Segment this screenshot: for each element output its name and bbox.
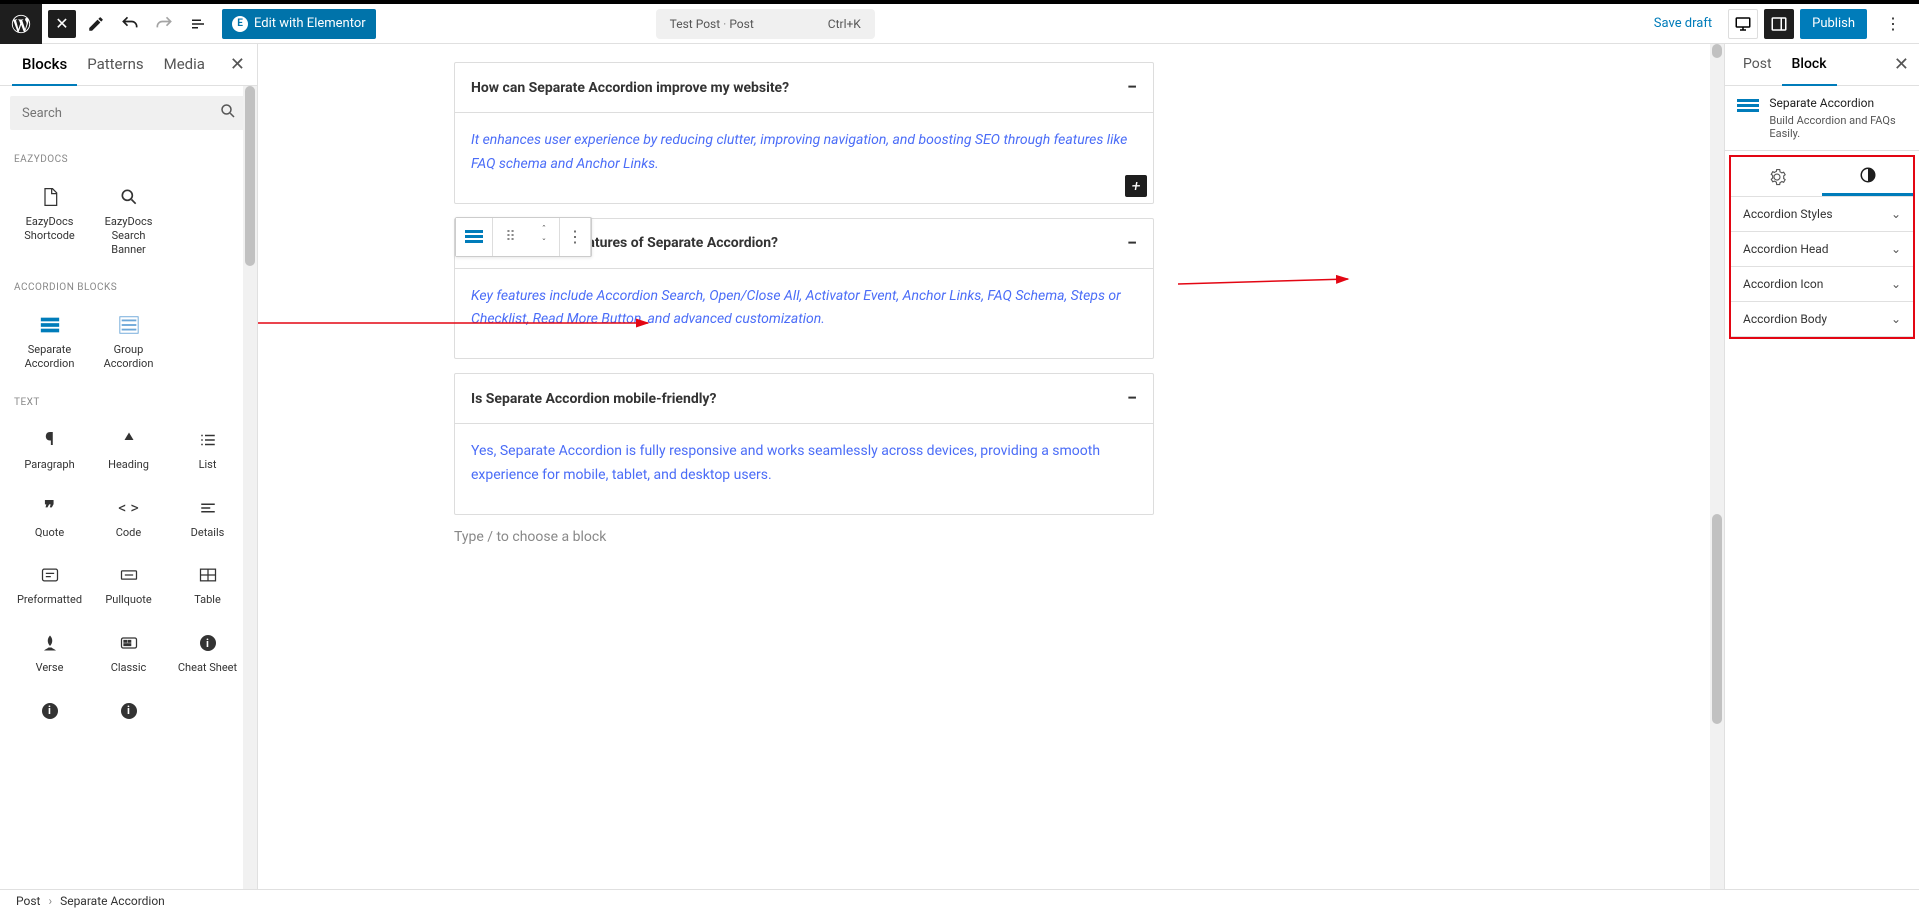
redo-icon[interactable]: [150, 10, 178, 38]
canvas-scrollbar[interactable]: [1710, 44, 1724, 889]
block-extra-2[interactable]: i: [89, 687, 168, 741]
accordion-title[interactable]: How can Separate Accordion improve my we…: [471, 80, 789, 96]
block-paragraph[interactable]: ¶Paragraph: [10, 416, 89, 484]
block-preformatted[interactable]: Preformatted: [10, 551, 89, 619]
more-options-icon[interactable]: ⋮: [560, 218, 590, 256]
block-type-icon[interactable]: [456, 218, 492, 256]
category-eazydocs: EAZYDOCS: [14, 154, 243, 165]
search-input[interactable]: [10, 96, 247, 130]
block-extra-1[interactable]: i: [10, 687, 89, 741]
tab-post[interactable]: Post: [1733, 44, 1782, 86]
add-block-button[interactable]: +: [1125, 175, 1147, 197]
block-description: Separate Accordion Build Accordion and F…: [1725, 86, 1919, 151]
view-desktop-icon[interactable]: [1728, 9, 1758, 39]
block-code[interactable]: < >Code: [89, 484, 168, 552]
block-toolbar: ⠿ˆˇ ⋮: [455, 217, 592, 257]
block-heading[interactable]: Heading: [89, 416, 168, 484]
tab-block[interactable]: Block: [1782, 44, 1837, 86]
chevron-right-icon: ›: [48, 894, 52, 908]
block-verse[interactable]: Verse: [10, 619, 89, 687]
section-accordion-styles[interactable]: Accordion Styles⌄: [1731, 197, 1913, 232]
undo-icon[interactable]: [116, 10, 144, 38]
settings-sidebar-toggle-icon[interactable]: [1764, 9, 1794, 39]
settings-tab-icon[interactable]: [1731, 157, 1822, 196]
block-appender[interactable]: Type / to choose a block: [454, 529, 1154, 545]
elementor-icon: E: [232, 16, 248, 32]
chevron-down-icon: ⌄: [1891, 207, 1901, 221]
accordion-item-3[interactable]: Is Separate Accordion mobile-friendly?− …: [454, 373, 1154, 515]
category-accordion: ACCORDION BLOCKS: [14, 282, 243, 293]
tab-blocks[interactable]: Blocks: [12, 44, 77, 86]
wp-logo-icon[interactable]: [0, 4, 42, 44]
block-details[interactable]: Details: [168, 484, 247, 552]
block-cheat-sheet[interactable]: iCheat Sheet: [168, 619, 247, 687]
options-icon[interactable]: ⋮: [1879, 10, 1907, 38]
accordion-item-1[interactable]: How can Separate Accordion improve my we…: [454, 62, 1154, 204]
document-title-bar[interactable]: Test Post·Post Ctrl+K: [656, 9, 875, 39]
chevron-down-icon: ⌄: [1891, 242, 1901, 256]
settings-sidebar: Post Block ✕ Separate Accordion Build Ac…: [1724, 44, 1919, 889]
close-icon[interactable]: ✕: [1894, 54, 1909, 75]
section-accordion-icon[interactable]: Accordion Icon⌄: [1731, 267, 1913, 302]
block-desc: Build Accordion and FAQs Easily.: [1769, 114, 1907, 140]
block-table[interactable]: Table: [168, 551, 247, 619]
breadcrumb-item[interactable]: Separate Accordion: [60, 894, 165, 908]
chevron-down-icon: ⌄: [1891, 312, 1901, 326]
collapse-icon[interactable]: −: [1127, 77, 1137, 98]
separate-accordion-icon: [1737, 96, 1759, 122]
tools-icon[interactable]: [82, 10, 110, 38]
document-overview-icon[interactable]: [184, 10, 212, 38]
search-field[interactable]: [20, 105, 219, 122]
block-eazydocs-search-banner[interactable]: EazyDocs Search Banner: [89, 173, 168, 268]
accordion-title[interactable]: Is Separate Accordion mobile-friendly?: [471, 391, 716, 407]
editor-canvas: How can Separate Accordion improve my we…: [258, 44, 1724, 889]
top-toolbar: ✕ EEdit with Elementor Test Post·Post Ct…: [0, 4, 1919, 44]
block-name: Separate Accordion: [1769, 96, 1907, 110]
publish-button[interactable]: Publish: [1800, 9, 1867, 39]
block-pullquote[interactable]: Pullquote: [89, 551, 168, 619]
block-quote[interactable]: ❞Quote: [10, 484, 89, 552]
collapse-icon[interactable]: −: [1127, 233, 1137, 254]
section-accordion-head[interactable]: Accordion Head⌄: [1731, 232, 1913, 267]
annotation-arrow-right: [1178, 269, 1358, 299]
block-separate-accordion[interactable]: Separate Accordion: [10, 301, 89, 383]
left-scrollbar[interactable]: [243, 86, 257, 889]
drag-handle-icon[interactable]: ⠿: [493, 218, 529, 256]
block-eazydocs-shortcode[interactable]: EazyDocs Shortcode: [10, 173, 89, 268]
accordion-content[interactable]: It enhances user experience by reducing …: [471, 132, 1127, 172]
search-icon: [219, 102, 237, 124]
breadcrumb: Post › Separate Accordion: [0, 889, 1919, 911]
chevron-down-icon: ⌄: [1891, 277, 1901, 291]
accordion-content[interactable]: Yes, Separate Accordion is fully respons…: [471, 443, 1100, 483]
block-inserter-panel: Blocks Patterns Media ✕ EAZYDOCS EazyDoc…: [0, 44, 258, 889]
tab-media[interactable]: Media: [154, 44, 215, 86]
section-accordion-body[interactable]: Accordion Body⌄: [1731, 302, 1913, 337]
block-classic[interactable]: Classic: [89, 619, 168, 687]
accordion-title[interactable]: features of Separate Accordion?: [575, 235, 778, 251]
tab-patterns[interactable]: Patterns: [77, 44, 153, 86]
accordion-item-2[interactable]: ⠿ˆˇ ⋮ features of Separate Accordion? − K…: [454, 218, 1154, 360]
close-inserter-button[interactable]: ✕: [48, 10, 76, 38]
accordion-content[interactable]: Key features include Accordion Search, O…: [471, 288, 1121, 328]
styles-panel-highlight: Accordion Styles⌄ Accordion Head⌄ Accord…: [1729, 155, 1915, 339]
collapse-icon[interactable]: −: [1127, 388, 1137, 409]
save-draft-button[interactable]: Save draft: [1644, 10, 1722, 37]
category-text: TEXT: [14, 397, 243, 408]
edit-with-elementor-button[interactable]: EEdit with Elementor: [222, 9, 376, 39]
breadcrumb-item[interactable]: Post: [16, 894, 40, 908]
block-group-accordion[interactable]: Group Accordion: [89, 301, 168, 383]
move-updown[interactable]: ˆˇ: [529, 218, 559, 256]
block-list[interactable]: List: [168, 416, 247, 484]
close-icon[interactable]: ✕: [230, 54, 245, 75]
styles-tab-icon[interactable]: [1822, 157, 1913, 196]
